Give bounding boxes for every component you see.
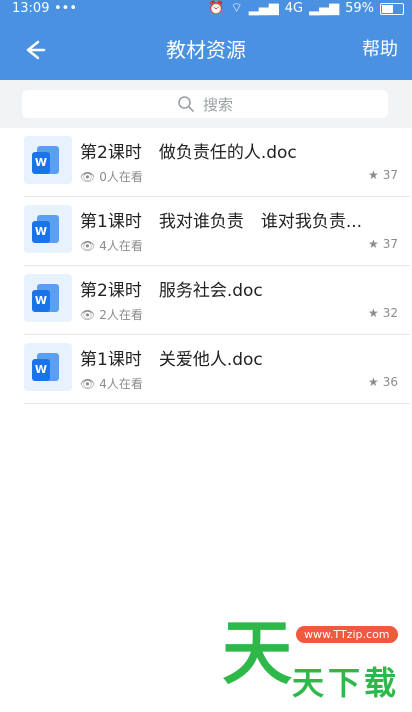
- battery-label: 59%: [345, 1, 374, 16]
- signal-icon-2: ▂▄▆: [309, 1, 340, 16]
- star-count: ★ 37: [368, 237, 398, 251]
- help-button[interactable]: 帮助: [362, 36, 398, 64]
- file-name: 第1课时 关爱他人.doc: [80, 350, 263, 370]
- wifi-icon: ⌔: [230, 1, 243, 16]
- list-item[interactable]: W 第1课时 我对谁负责 谁对我负责... 👁 4人在看 ★ 37: [24, 197, 410, 266]
- viewers: 👁 4人在看: [80, 237, 143, 254]
- page-title: 教材资源: [166, 38, 246, 62]
- viewers: 👁 2人在看: [80, 306, 143, 323]
- word-doc-icon: W: [24, 274, 72, 322]
- watermark-url: www.TTzip.com: [296, 626, 398, 643]
- list-item[interactable]: W 第2课时 服务社会.doc 👁 2人在看 ★ 32: [24, 266, 410, 335]
- search-input[interactable]: 搜索: [22, 90, 388, 118]
- status-time: 13:09: [12, 1, 50, 16]
- file-name: 第1课时 我对谁负责 谁对我负责...: [80, 212, 363, 232]
- status-bar: 13:09 ••• ⏰ ⌔ ▂▄▆ 4G ▂▄▆ 59%: [0, 0, 412, 18]
- list-item[interactable]: W 第2课时 做负责任的人.doc 👁 0人在看 ★ 37: [24, 128, 410, 197]
- word-doc-icon: W: [24, 136, 72, 184]
- viewers: 👁 0人在看: [80, 168, 143, 185]
- eye-icon: 👁: [80, 169, 96, 184]
- viewers-count: 4人在看: [99, 239, 143, 253]
- viewers-count: 0人在看: [99, 170, 143, 184]
- watermark-big-char: 天: [222, 612, 292, 694]
- word-doc-icon: W: [24, 205, 72, 253]
- viewers: 👁 4人在看: [80, 375, 143, 392]
- star-icon: ★: [367, 306, 379, 320]
- star-value: 32: [382, 306, 398, 320]
- search-icon: [178, 96, 194, 112]
- eye-icon: 👁: [80, 376, 96, 391]
- word-doc-icon: W: [24, 343, 72, 391]
- star-count: ★ 32: [368, 306, 398, 320]
- status-dots: •••: [54, 1, 78, 16]
- file-name: 第2课时 服务社会.doc: [80, 281, 263, 301]
- file-name: 第2课时 做负责任的人.doc: [80, 143, 297, 163]
- file-list: W 第2课时 做负责任的人.doc 👁 0人在看 ★ 37 W 第1课时 我对谁…: [24, 128, 410, 404]
- nav-bar: 教材资源 帮助: [0, 28, 412, 72]
- star-value: 37: [382, 168, 398, 182]
- viewers-count: 2人在看: [99, 308, 143, 322]
- battery-icon: [380, 3, 404, 15]
- viewers-count: 4人在看: [99, 377, 143, 391]
- watermark-logo: 天 www.TTzip.com 天下载: [222, 618, 408, 704]
- app-header: 13:09 ••• ⏰ ⌔ ▂▄▆ 4G ▂▄▆ 59% 教材资源 帮助: [0, 0, 412, 80]
- list-item[interactable]: W 第1课时 关爱他人.doc 👁 4人在看 ★ 36: [24, 335, 410, 404]
- alarm-icon: ⏰: [208, 1, 225, 16]
- search-bar: 搜索: [0, 80, 412, 128]
- eye-icon: 👁: [80, 238, 96, 253]
- star-icon: ★: [367, 375, 379, 389]
- star-count: ★ 37: [368, 168, 398, 182]
- star-value: 37: [382, 237, 398, 251]
- eye-icon: 👁: [80, 307, 96, 322]
- signal-icon: ▂▄▆: [248, 1, 279, 16]
- star-value: 36: [382, 375, 398, 389]
- star-icon: ★: [367, 237, 379, 251]
- star-icon: ★: [367, 168, 379, 182]
- network-label: 4G: [284, 1, 304, 16]
- search-placeholder: 搜索: [202, 95, 233, 114]
- star-count: ★ 36: [368, 375, 398, 389]
- watermark-text: 天下载: [292, 664, 401, 702]
- status-right: ⏰ ⌔ ▂▄▆ 4G ▂▄▆ 59%: [208, 0, 404, 18]
